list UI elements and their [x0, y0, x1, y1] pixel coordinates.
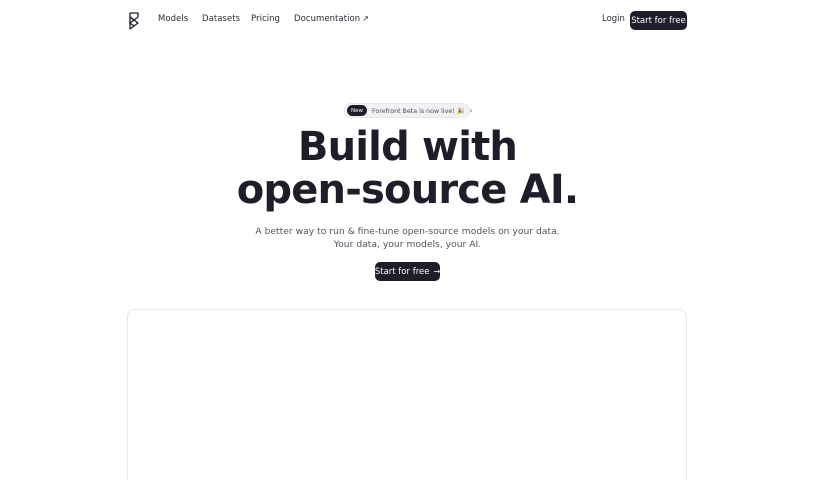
hero-cta-label: Start for free	[374, 266, 430, 277]
external-link-icon: ↗	[362, 14, 369, 23]
arrow-right-icon: →	[433, 267, 441, 276]
login-link[interactable]: Login	[602, 14, 625, 24]
announcement-text: Forefront Beta is now live! 🎉	[372, 107, 465, 115]
hero-title: Build with open-source AI.	[0, 126, 815, 212]
landing-page: Models Datasets Pricing Documentation ↗ L…	[0, 0, 815, 480]
chevron-right-icon: ›	[469, 106, 473, 115]
hero-start-for-free-button[interactable]: Start for free →	[375, 262, 440, 281]
hero-subtitle-line-1: A better way to run & fine-tune open-sou…	[255, 226, 560, 237]
top-nav: Models Datasets Pricing Documentation ↗ L…	[0, 0, 815, 40]
nav-link-models[interactable]: Models	[158, 14, 188, 24]
announcement-pill[interactable]: New Forefront Beta is now live! 🎉 ›	[344, 103, 473, 118]
nav-cta-label: Start for free	[631, 15, 686, 26]
hero-subtitle-line-2: Your data, your models, your AI.	[333, 239, 482, 250]
hero-subtitle: A better way to run & fine-tune open-sou…	[0, 225, 815, 251]
hero-title-line-2: open-source AI.	[236, 167, 579, 213]
nav-link-pricing[interactable]: Pricing	[251, 14, 280, 24]
new-badge: New	[347, 105, 367, 116]
nav-link-documentation[interactable]: Documentation ↗	[294, 14, 369, 24]
brand-logo-icon[interactable]	[127, 12, 141, 30]
nav-link-documentation-label: Documentation	[294, 14, 361, 24]
nav-start-for-free-button[interactable]: Start for free	[630, 11, 687, 30]
product-preview-card	[127, 309, 687, 480]
nav-link-datasets[interactable]: Datasets	[202, 14, 240, 24]
hero-title-line-1: Build with	[297, 124, 518, 170]
